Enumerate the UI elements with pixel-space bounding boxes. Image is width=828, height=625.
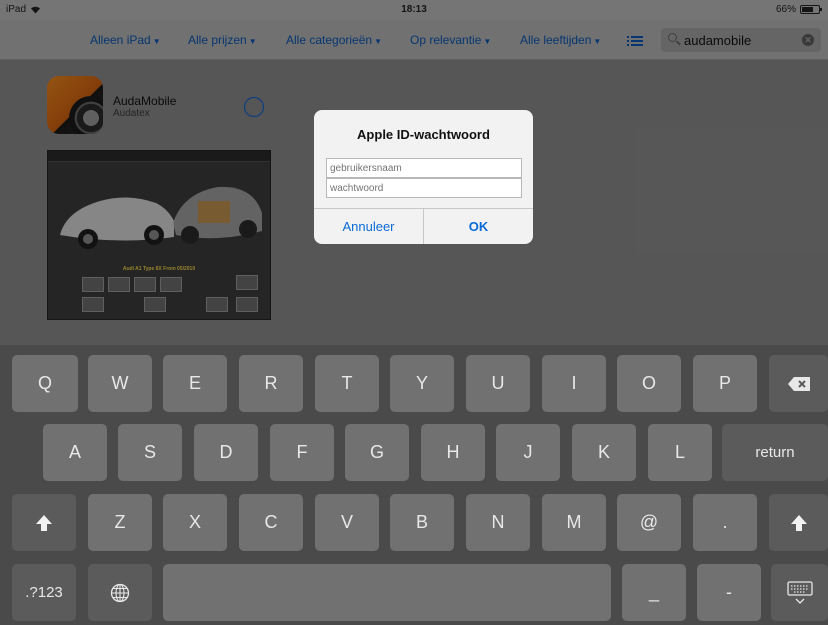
language-key[interactable] (88, 564, 152, 621)
space-bar[interactable] (163, 564, 611, 621)
key-k[interactable]: K (572, 424, 636, 481)
key-h[interactable]: H (421, 424, 485, 481)
key-c[interactable]: C (239, 494, 303, 551)
key-e[interactable]: E (163, 355, 227, 412)
key-q[interactable]: Q (12, 355, 78, 412)
key-underscore[interactable]: _ (622, 564, 686, 621)
key-p[interactable]: P (693, 355, 757, 412)
keyboard-dismiss-icon (786, 580, 813, 604)
key-i[interactable]: I (542, 355, 606, 412)
on-screen-keyboard: Q W E R T Y U I O P A S D F G H J K L re… (0, 345, 828, 625)
key-x[interactable]: X (163, 494, 227, 551)
key-at[interactable]: @ (617, 494, 681, 551)
key-n[interactable]: N (466, 494, 530, 551)
key-w[interactable]: W (88, 355, 152, 412)
key-r[interactable]: R (239, 355, 303, 412)
key-f[interactable]: F (270, 424, 334, 481)
ok-button[interactable]: OK (424, 209, 533, 244)
cancel-button[interactable]: Annuleer (314, 209, 423, 244)
key-l[interactable]: L (648, 424, 712, 481)
dialog-title: Apple ID-wachtwoord (357, 127, 490, 142)
key-o[interactable]: O (617, 355, 681, 412)
key-g[interactable]: G (345, 424, 409, 481)
key-v[interactable]: V (315, 494, 379, 551)
shift-icon (790, 514, 807, 531)
password-field[interactable] (326, 178, 522, 198)
key-y[interactable]: Y (390, 355, 454, 412)
key-j[interactable]: J (496, 424, 560, 481)
shift-key-right[interactable] (769, 494, 828, 551)
key-t[interactable]: T (315, 355, 379, 412)
return-key[interactable]: return (722, 424, 828, 481)
key-period[interactable]: . (693, 494, 757, 551)
key-z[interactable]: Z (88, 494, 152, 551)
username-field[interactable] (326, 158, 522, 178)
key-s[interactable]: S (118, 424, 182, 481)
dismiss-keyboard-key[interactable] (771, 564, 828, 621)
key-m[interactable]: M (542, 494, 606, 551)
apple-id-password-dialog: Apple ID-wachtwoord Annuleer OK (314, 110, 533, 244)
backspace-key[interactable] (769, 355, 828, 412)
shift-icon (36, 514, 52, 531)
globe-icon (110, 583, 130, 602)
key-d[interactable]: D (194, 424, 258, 481)
numbers-key[interactable]: .?123 (12, 564, 76, 621)
key-u[interactable]: U (466, 355, 530, 412)
key-a[interactable]: A (43, 424, 107, 481)
backspace-icon (787, 376, 810, 391)
shift-key-left[interactable] (12, 494, 76, 551)
key-dash[interactable]: - (697, 564, 761, 621)
key-b[interactable]: B (390, 494, 454, 551)
